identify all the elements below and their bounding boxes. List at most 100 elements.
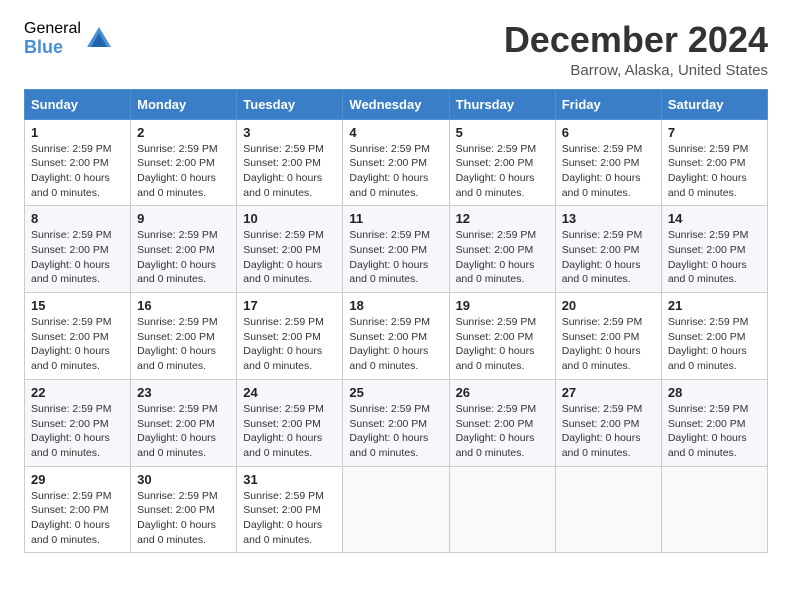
day-info: Sunrise: 2:59 PMSunset: 2:00 PMDaylight:… — [31, 228, 124, 287]
day-info: Sunrise: 2:59 PMSunset: 2:00 PMDaylight:… — [31, 315, 124, 374]
day-info: Sunrise: 2:59 PMSunset: 2:00 PMDaylight:… — [668, 402, 761, 461]
calendar-cell: 22Sunrise: 2:59 PMSunset: 2:00 PMDayligh… — [25, 379, 131, 466]
calendar-header-wednesday: Wednesday — [343, 89, 449, 119]
day-number: 22 — [31, 385, 124, 400]
day-number: 2 — [137, 125, 230, 140]
day-number: 24 — [243, 385, 336, 400]
day-info: Sunrise: 2:59 PMSunset: 2:00 PMDaylight:… — [137, 489, 230, 548]
calendar-week-row: 22 Sunrise: 2:59 PMSunset: 2:00 PMDayligh… — [25, 379, 768, 466]
calendar-cell — [555, 466, 661, 553]
calendar-cell — [661, 466, 767, 553]
page-header: General Blue December 2024 Barrow, Alask… — [24, 20, 768, 79]
day-number: 25 — [349, 385, 442, 400]
day-number: 6 — [562, 125, 655, 140]
day-number: 9 — [137, 211, 230, 226]
day-info: Sunrise: 2:59 PMSunset: 2:00 PMDaylight:… — [349, 228, 442, 287]
calendar-cell: 21 Sunrise: 2:59 PMSunset: 2:00 PMDayligh… — [661, 293, 767, 380]
day-number: 26 — [456, 385, 549, 400]
day-number: 17 — [243, 298, 336, 313]
day-info: Sunrise: 2:59 PMSunset: 2:00 PMDaylight:… — [31, 142, 124, 201]
logo-general: General — [24, 20, 81, 38]
day-info: Sunrise: 2:59 PMSunset: 2:00 PMDaylight:… — [243, 315, 336, 374]
day-info: Sunrise: 2:59 PMSunset: 2:00 PMDaylight:… — [562, 315, 655, 374]
day-number: 31 — [243, 472, 336, 487]
day-number: 30 — [137, 472, 230, 487]
calendar-cell: 25Sunrise: 2:59 PMSunset: 2:00 PMDayligh… — [343, 379, 449, 466]
day-number: 28 — [668, 385, 761, 400]
calendar-cell: 27 Sunrise: 2:59 PMSunset: 2:00 PMDayligh… — [555, 379, 661, 466]
calendar-cell: 19Sunrise: 2:59 PMSunset: 2:00 PMDayligh… — [449, 293, 555, 380]
calendar-cell: 17 Sunrise: 2:59 PMSunset: 2:00 PMDayligh… — [237, 293, 343, 380]
day-info: Sunrise: 2:59 PMSunset: 2:00 PMDaylight:… — [668, 228, 761, 287]
page-title: December 2024 — [504, 20, 768, 60]
day-info: Sunrise: 2:59 PMSunset: 2:00 PMDaylight:… — [456, 315, 549, 374]
day-number: 14 — [668, 211, 761, 226]
calendar-cell: 11Sunrise: 2:59 PMSunset: 2:00 PMDayligh… — [343, 206, 449, 293]
day-number: 4 — [349, 125, 442, 140]
calendar-cell — [343, 466, 449, 553]
day-info: Sunrise: 2:59 PMSunset: 2:00 PMDaylight:… — [243, 142, 336, 201]
day-info: Sunrise: 2:59 PMSunset: 2:00 PMDaylight:… — [668, 142, 761, 201]
calendar-cell: 20 Sunrise: 2:59 PMSunset: 2:00 PMDayligh… — [555, 293, 661, 380]
day-info: Sunrise: 2:59 PMSunset: 2:00 PMDaylight:… — [562, 228, 655, 287]
day-number: 29 — [31, 472, 124, 487]
calendar-cell: 13 Sunrise: 2:59 PMSunset: 2:00 PMDayligh… — [555, 206, 661, 293]
calendar-cell: 16 Sunrise: 2:59 PMSunset: 2:00 PMDayligh… — [131, 293, 237, 380]
calendar-cell: 10Sunrise: 2:59 PMSunset: 2:00 PMDayligh… — [237, 206, 343, 293]
calendar-cell: 15Sunrise: 2:59 PMSunset: 2:00 PMDayligh… — [25, 293, 131, 380]
day-number: 8 — [31, 211, 124, 226]
day-number: 27 — [562, 385, 655, 400]
day-number: 23 — [137, 385, 230, 400]
title-area: December 2024 Barrow, Alaska, United Sta… — [504, 20, 768, 79]
day-number: 16 — [137, 298, 230, 313]
calendar-header-row: SundayMondayTuesdayWednesdayThursdayFrid… — [25, 89, 768, 119]
calendar-cell: 6 Sunrise: 2:59 PMSunset: 2:00 PMDaylight… — [555, 119, 661, 206]
logo-blue: Blue — [24, 38, 81, 58]
logo: General Blue — [24, 20, 113, 57]
day-number: 20 — [562, 298, 655, 313]
calendar-cell: 4 Sunrise: 2:59 PMSunset: 2:00 PMDaylight… — [343, 119, 449, 206]
calendar-cell: 26 Sunrise: 2:59 PMSunset: 2:00 PMDayligh… — [449, 379, 555, 466]
calendar-header-monday: Monday — [131, 89, 237, 119]
calendar-header-sunday: Sunday — [25, 89, 131, 119]
day-info: Sunrise: 2:59 PMSunset: 2:00 PMDaylight:… — [137, 228, 230, 287]
day-number: 7 — [668, 125, 761, 140]
page-subtitle: Barrow, Alaska, United States — [504, 62, 768, 79]
calendar-header-tuesday: Tuesday — [237, 89, 343, 119]
calendar-header-friday: Friday — [555, 89, 661, 119]
calendar-cell: 5Sunrise: 2:59 PMSunset: 2:00 PMDaylight… — [449, 119, 555, 206]
day-info: Sunrise: 2:59 PMSunset: 2:00 PMDaylight:… — [137, 315, 230, 374]
calendar-cell — [449, 466, 555, 553]
day-info: Sunrise: 2:59 PMSunset: 2:00 PMDaylight:… — [349, 142, 442, 201]
calendar-cell: 28 Sunrise: 2:59 PMSunset: 2:00 PMDayligh… — [661, 379, 767, 466]
day-info: Sunrise: 2:59 PMSunset: 2:00 PMDaylight:… — [456, 228, 549, 287]
calendar-cell: 1Sunrise: 2:59 PMSunset: 2:00 PMDaylight… — [25, 119, 131, 206]
day-number: 3 — [243, 125, 336, 140]
calendar-table: SundayMondayTuesdayWednesdayThursdayFrid… — [24, 89, 768, 554]
calendar-cell: 2Sunrise: 2:59 PMSunset: 2:00 PMDaylight… — [131, 119, 237, 206]
day-number: 12 — [456, 211, 549, 226]
calendar-header-saturday: Saturday — [661, 89, 767, 119]
day-number: 10 — [243, 211, 336, 226]
calendar-cell: 8 Sunrise: 2:59 PMSunset: 2:00 PMDaylight… — [25, 206, 131, 293]
calendar-cell: 23 Sunrise: 2:59 PMSunset: 2:00 PMDayligh… — [131, 379, 237, 466]
calendar-week-row: 15Sunrise: 2:59 PMSunset: 2:00 PMDayligh… — [25, 293, 768, 380]
calendar-cell: 14 Sunrise: 2:59 PMSunset: 2:00 PMDayligh… — [661, 206, 767, 293]
calendar-week-row: 1Sunrise: 2:59 PMSunset: 2:00 PMDaylight… — [25, 119, 768, 206]
calendar-header-thursday: Thursday — [449, 89, 555, 119]
calendar-cell: 30 Sunrise: 2:59 PMSunset: 2:00 PMDayligh… — [131, 466, 237, 553]
day-info: Sunrise: 2:59 PMSunset: 2:00 PMDaylight:… — [668, 315, 761, 374]
calendar-week-row: 29 Sunrise: 2:59 PMSunset: 2:00 PMDayligh… — [25, 466, 768, 553]
day-number: 5 — [456, 125, 549, 140]
day-info: Sunrise: 2:59 PMSunset: 2:00 PMDaylight:… — [562, 142, 655, 201]
calendar-cell: 24Sunrise: 2:59 PMSunset: 2:00 PMDayligh… — [237, 379, 343, 466]
calendar-cell: 7 Sunrise: 2:59 PMSunset: 2:00 PMDaylight… — [661, 119, 767, 206]
day-info: Sunrise: 2:59 PMSunset: 2:00 PMDaylight:… — [456, 402, 549, 461]
day-info: Sunrise: 2:59 PMSunset: 2:00 PMDaylight:… — [562, 402, 655, 461]
day-number: 13 — [562, 211, 655, 226]
day-info: Sunrise: 2:59 PMSunset: 2:00 PMDaylight:… — [137, 402, 230, 461]
calendar-cell: 12 Sunrise: 2:59 PMSunset: 2:00 PMDayligh… — [449, 206, 555, 293]
day-number: 21 — [668, 298, 761, 313]
day-info: Sunrise: 2:59 PMSunset: 2:00 PMDaylight:… — [31, 489, 124, 548]
calendar-cell: 9 Sunrise: 2:59 PMSunset: 2:00 PMDaylight… — [131, 206, 237, 293]
